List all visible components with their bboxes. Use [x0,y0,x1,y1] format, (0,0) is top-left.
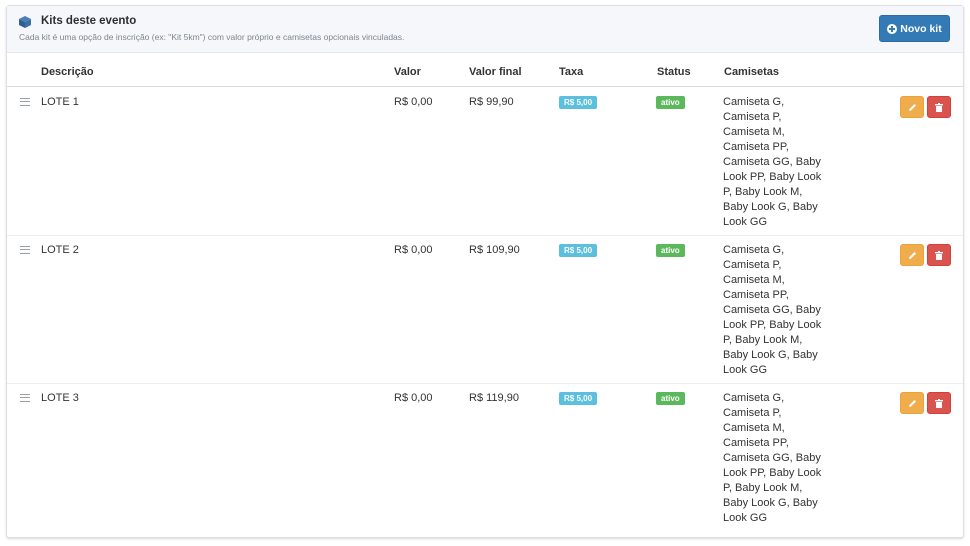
trash-icon [935,250,943,260]
pencil-icon [908,251,916,259]
column-header-valor: Valor [394,66,421,78]
taxa-badge: R$ 5,00 [559,244,598,257]
taxa-badge: R$ 5,00 [559,96,598,109]
drag-handle-icon[interactable] [20,394,30,402]
kit-camisetas: Camiseta G, Camiseta P, Camiseta M, Cami… [723,96,822,228]
status-badge: ativo [656,244,685,257]
delete-button[interactable] [927,96,951,118]
kit-descricao: LOTE 1 [41,96,79,108]
status-badge: ativo [656,392,685,405]
kit-valor-final: R$ 109,90 [469,244,520,256]
panel-header: Kits deste evento Cada kit é uma opção d… [7,6,963,53]
taxa-badge: R$ 5,00 [559,392,598,405]
kit-descricao: LOTE 3 [41,392,79,404]
kit-valor-final: R$ 119,90 [469,392,519,404]
pencil-icon [908,399,916,407]
edit-button[interactable] [900,96,924,118]
kit-valor-final: R$ 99,90 [469,96,514,108]
drag-handle-icon[interactable] [20,98,30,106]
kits-panel: Kits deste evento Cada kit é uma opção d… [6,5,964,538]
panel-title: Kits deste evento [41,15,137,27]
delete-button[interactable] [927,392,951,414]
table-row: LOTE 1 R$ 0,00 R$ 99,90 R$ 5,00 ativo Ca… [7,88,963,236]
table-row: LOTE 2 R$ 0,00 R$ 109,90 R$ 5,00 ativo C… [7,236,963,384]
column-header-taxa: Taxa [559,66,584,78]
delete-button[interactable] [927,244,951,266]
table-row: LOTE 3 R$ 0,00 R$ 119,90 R$ 5,00 ativo C… [7,384,963,534]
edit-button[interactable] [900,392,924,414]
edit-button[interactable] [900,244,924,266]
pencil-icon [908,103,916,111]
kit-camisetas: Camiseta G, Camiseta P, Camiseta M, Cami… [723,392,822,524]
column-header-camisetas: Camisetas [724,66,780,78]
column-header-valor-final: Valor final [469,66,522,78]
kit-valor: R$ 0,00 [394,244,433,256]
column-header-descricao: Descrição [41,66,94,78]
cube-icon [19,16,31,28]
trash-icon [935,102,943,112]
drag-handle-icon[interactable] [20,246,30,254]
kit-valor: R$ 0,00 [394,96,433,108]
status-badge: ativo [656,96,685,109]
kit-valor: R$ 0,00 [394,392,433,404]
trash-icon [935,398,943,408]
new-kit-button[interactable]: Novo kit [879,15,950,42]
column-header-status: Status [657,66,691,78]
new-kit-button-label: Novo kit [900,22,942,35]
table-header: Descrição Valor Valor final Taxa Status … [7,53,963,87]
kit-camisetas: Camiseta G, Camiseta P, Camiseta M, Cami… [723,244,822,376]
panel-subtitle: Cada kit é uma opção de inscrição (ex: "… [19,32,405,42]
plus-circle-icon [887,23,898,34]
kit-descricao: LOTE 2 [41,244,79,256]
